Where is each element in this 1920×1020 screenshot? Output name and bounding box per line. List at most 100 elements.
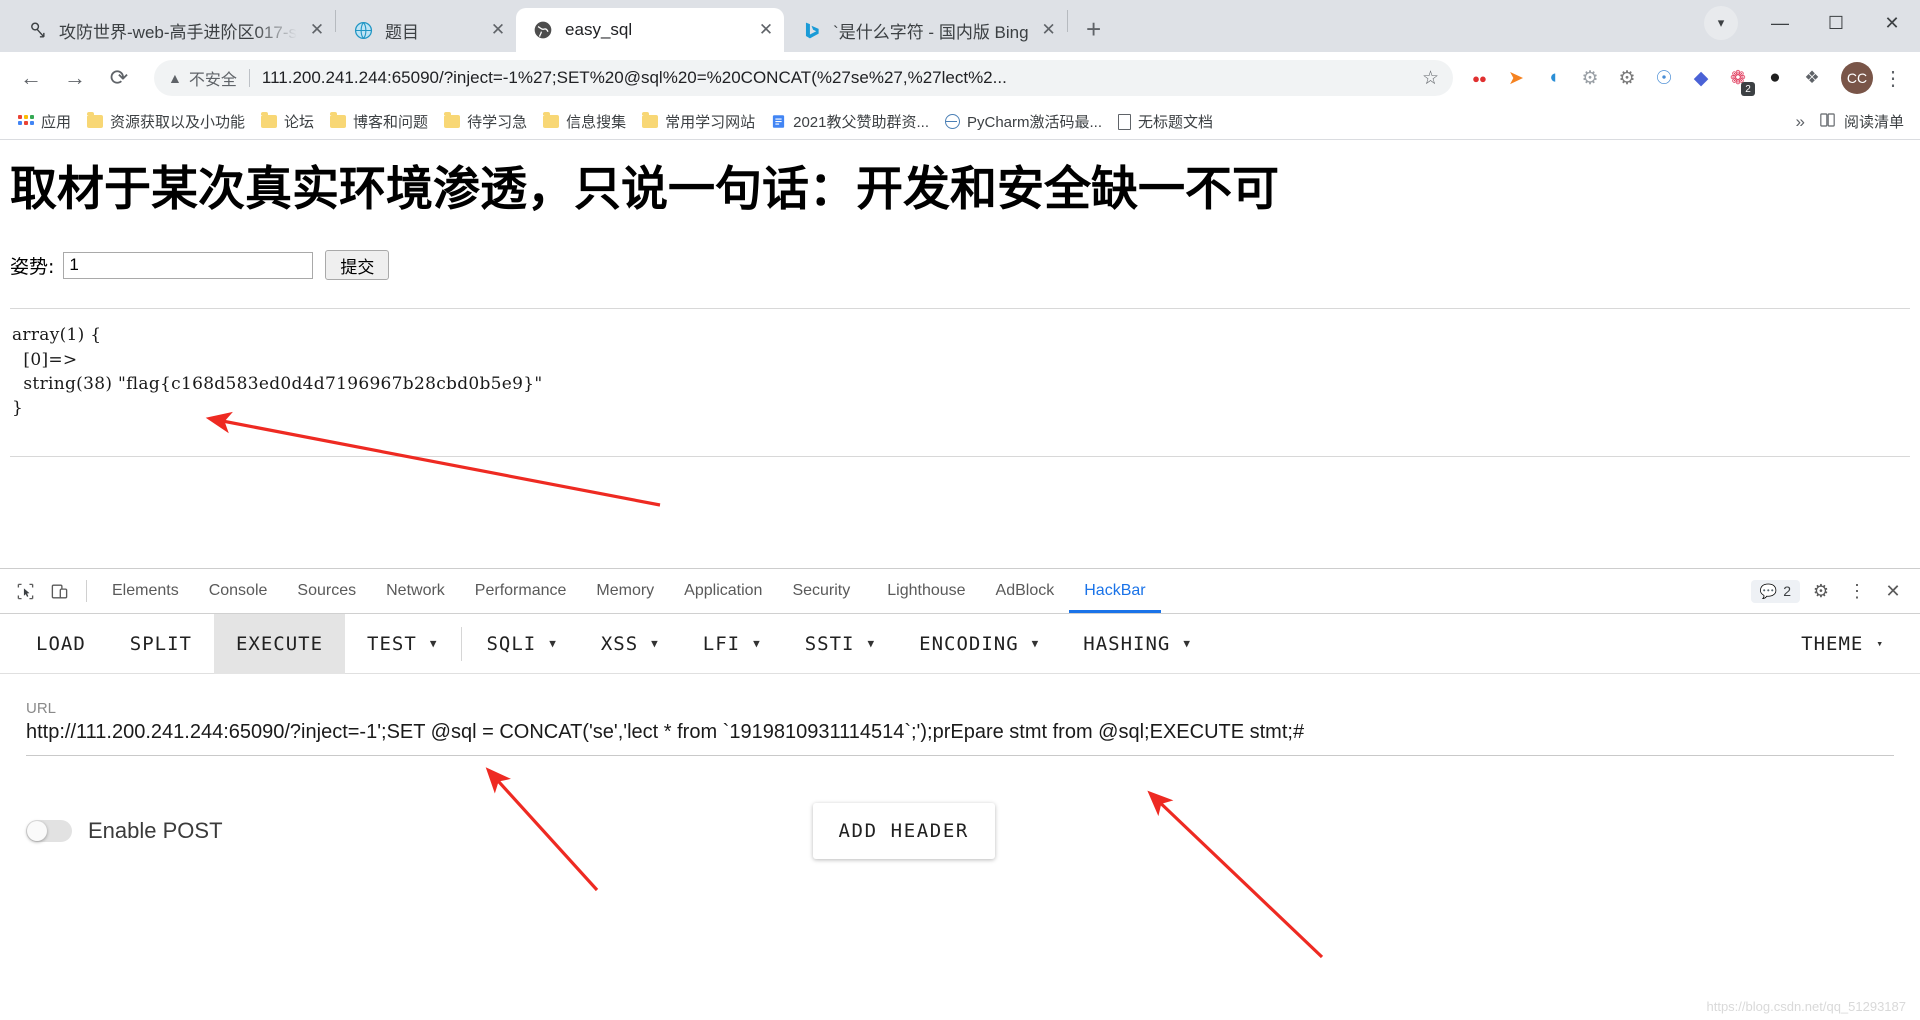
bookmark-label: 常用学习网站 (665, 114, 756, 131)
speech-bubble-icon: 💬 (1759, 582, 1778, 599)
hackbar-theme-menu[interactable]: THEME ▾ (1779, 614, 1906, 674)
devtools-tab-console[interactable]: Console (194, 569, 283, 613)
folder-icon (444, 112, 461, 128)
address-bar[interactable]: ▲ 不安全 111.200.241.244:65090/?inject=-1%2… (154, 60, 1453, 96)
back-button[interactable]: ← (12, 59, 50, 97)
bookmark-globe-8[interactable]: PyCharm激活码最... (937, 107, 1110, 136)
puzzle-extension-icon[interactable]: ❖ (1796, 62, 1828, 94)
address-bar-url[interactable]: 111.200.241.244:65090/?inject=-1%27;SET%… (262, 68, 1412, 88)
window-controls: ▾ — ☐ ✕ (1704, 0, 1920, 46)
devtools-tab-hackbar[interactable]: HackBar (1069, 569, 1160, 613)
gear-extension-icon[interactable]: ⚙ (1611, 62, 1643, 94)
browser-tab-0[interactable]: 攻防世界-web-高手进阶区017-s ✕ (10, 8, 335, 52)
hackbar-ssti-menu[interactable]: SSTI ▼ (783, 614, 897, 674)
browser-tab-3[interactable]: `是什么字符 - 国内版 Bing ✕ (784, 8, 1067, 52)
proxy-extension-icon[interactable]: ◖ (1537, 62, 1569, 94)
bookmark-folder-2[interactable]: 论坛 (253, 107, 322, 136)
devtools-tab-network[interactable]: Network (371, 569, 460, 613)
hackbar-execute-button[interactable]: EXECUTE (213, 613, 346, 674)
toggle-knob (27, 821, 47, 841)
bookmark-star-icon[interactable]: ☆ (1422, 67, 1439, 90)
new-tab-button[interactable]: + (1076, 11, 1112, 47)
reading-list-icon (1819, 112, 1836, 132)
add-header-button[interactable]: ADD HEADER (812, 803, 995, 859)
devtools-tab-elements[interactable]: Elements (97, 569, 194, 613)
globe-dark-icon (532, 19, 554, 41)
chevron-down-icon: ▼ (867, 637, 876, 650)
browser-tab-1[interactable]: 题目 ✕ (336, 8, 516, 52)
devtools-tab-lighthouse[interactable]: Lighthouse (865, 569, 980, 613)
bookmarks-overflow-icon[interactable]: » (1796, 112, 1805, 132)
wappalyzer-extension-icon[interactable]: ➤ (1500, 62, 1532, 94)
hackbar-toolbar: LOAD SPLIT EXECUTE TEST ▼ SQLI ▼ XSS ▼ L… (0, 613, 1920, 674)
bookmark-label: 信息搜集 (566, 114, 627, 131)
forward-button[interactable]: → (56, 59, 94, 97)
bookmark-folder-4[interactable]: 待学习急 (436, 107, 535, 136)
reload-button[interactable]: ⟳ (100, 59, 138, 97)
hackbar-lfi-menu[interactable]: LFI ▼ (681, 614, 783, 674)
devtools-close-icon[interactable]: ✕ (1878, 576, 1908, 606)
hackbar-xss-menu[interactable]: XSS ▼ (579, 614, 681, 674)
hackbar-load-button[interactable]: LOAD (14, 614, 108, 674)
hackbar-encoding-menu[interactable]: ENCODING ▼ (897, 614, 1061, 674)
chrome-menu-icon[interactable]: ⋮ (1878, 66, 1908, 91)
close-window-button[interactable]: ✕ (1864, 0, 1920, 46)
bookmark-doc-9[interactable]: 无标题文档 (1110, 107, 1221, 136)
device-toolbar-icon[interactable] (42, 575, 76, 607)
security-status[interactable]: ▲ 不安全 (168, 66, 237, 90)
hackbar-sqli-menu[interactable]: SQLI ▼ (464, 614, 578, 674)
bookmark-folder-1[interactable]: 资源获取以及小功能 (79, 107, 253, 136)
reading-list-button[interactable]: 阅读清单 (1819, 111, 1904, 132)
hackbar-xss-label: XSS (600, 632, 639, 655)
bookmark-folder-6[interactable]: 常用学习网站 (634, 107, 763, 136)
browser-tab-2[interactable]: easy_sql ✕ (516, 8, 785, 52)
chevron-down-icon: ▼ (549, 637, 557, 650)
submit-button[interactable]: 提交 (325, 250, 390, 281)
cursor-select-icon[interactable] (8, 575, 42, 607)
hackbar-hashing-menu[interactable]: HASHING ▼ (1061, 614, 1213, 674)
globe-blue-icon (352, 19, 374, 41)
devtools-settings-icon[interactable]: ⚙ (1806, 576, 1836, 606)
tab-close-icon[interactable]: ✕ (752, 16, 780, 44)
bookmark-apps[interactable]: 应用 (10, 107, 79, 136)
devtools-tab-security[interactable]: Security (777, 569, 865, 613)
diamond-extension-icon[interactable]: ◆ (1685, 62, 1717, 94)
toggle-switch[interactable] (26, 820, 72, 842)
minimize-button[interactable]: — (1752, 0, 1808, 46)
hackbar-extension-icon[interactable]: ❁ 2 (1722, 62, 1755, 96)
var-dump-output: array(1) { [0]=> string(38) "flag{c168d5… (12, 325, 543, 418)
bookmark-label: 2021教父赞助群资... (793, 114, 929, 131)
devtools-tab-adblock[interactable]: AdBlock (981, 569, 1070, 613)
globe-icon (944, 114, 960, 129)
devtools-tab-performance[interactable]: Performance (460, 569, 582, 613)
enable-post-toggle[interactable]: Enable POST (26, 818, 223, 844)
devtools-tab-sources[interactable]: Sources (282, 569, 371, 613)
dark-reader-extension-icon[interactable]: ● (1759, 62, 1791, 94)
bookmark-folder-5[interactable]: 信息搜集 (535, 107, 634, 136)
devtools-more-icon[interactable]: ⋮ (1842, 576, 1872, 606)
inject-input[interactable] (63, 251, 314, 279)
devtools-message-count[interactable]: 💬 2 (1750, 579, 1800, 603)
doc-icon (1118, 113, 1131, 130)
hackbar-url-input[interactable]: http://111.200.241.244:65090/?inject=-1'… (26, 721, 1894, 756)
hackbar-lfi-label: LFI (702, 632, 741, 655)
adblock-extension-icon[interactable]: ●● (1463, 62, 1495, 94)
hackbar-test-menu[interactable]: TEST ▼ (345, 614, 459, 674)
location-extension-icon[interactable]: ☉ (1648, 62, 1680, 94)
maximize-button[interactable]: ☐ (1808, 0, 1864, 46)
devtools-tab-memory[interactable]: Memory (581, 569, 669, 613)
bookmark-label: PyCharm激活码最... (966, 114, 1102, 131)
tab-close-icon[interactable]: ✕ (1035, 16, 1063, 44)
settings-extension-icon[interactable]: ⚙ (1574, 62, 1606, 94)
devtools-tab-application[interactable]: Application (669, 569, 777, 613)
message-count-label: 2 (1783, 583, 1791, 599)
devtools-tabbar: Elements Console Sources Network Perform… (0, 569, 1920, 614)
tab-close-icon[interactable]: ✕ (303, 16, 331, 44)
tab-close-icon[interactable]: ✕ (484, 16, 512, 44)
bookmark-folder-3[interactable]: 博客和问题 (322, 107, 436, 136)
hackbar-split-button[interactable]: SPLIT (108, 614, 214, 674)
bookmark-doc-7[interactable]: 2021教父赞助群资... (763, 107, 937, 136)
profile-avatar[interactable]: CC (1841, 62, 1873, 94)
folder-icon (543, 112, 560, 128)
window-restore-icon[interactable]: ▾ (1704, 6, 1738, 40)
